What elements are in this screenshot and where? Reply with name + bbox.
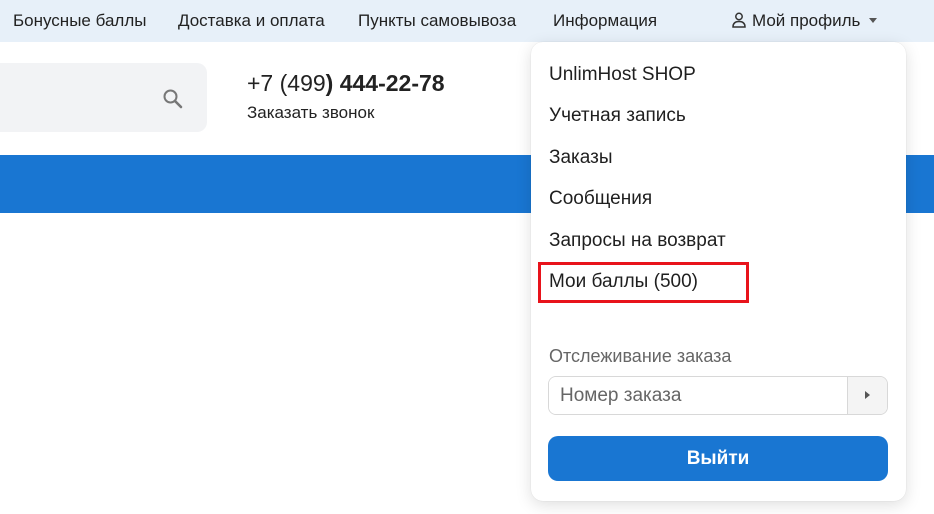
chevron-down-icon [869, 18, 878, 23]
menu-item-messages[interactable]: Сообщения [549, 188, 652, 210]
phone-prefix: +7 (499 [247, 70, 326, 96]
menu-item-shop[interactable]: UnlimHost SHOP [549, 64, 696, 86]
menu-item-my-points[interactable]: Мои баллы (500) [549, 271, 698, 293]
phone-number[interactable]: +7 (499) 444-22-78 [247, 70, 445, 97]
menu-item-return-requests[interactable]: Запросы на возврат [549, 230, 726, 252]
profile-menu-label: Мой профиль [752, 11, 861, 30]
order-tracking-label: Отслеживание заказа [549, 346, 732, 366]
top-nav: Бонусные баллы Доставка и оплата Пункты … [0, 0, 934, 42]
menu-item-account[interactable]: Учетная запись [549, 105, 686, 127]
phone-main: ) 444-22-78 [325, 70, 445, 96]
order-track-button[interactable] [847, 377, 887, 414]
search-input[interactable] [10, 63, 160, 132]
logout-button[interactable]: Выйти [548, 436, 888, 481]
nav-link-bonus-points[interactable]: Бонусные баллы [13, 11, 146, 31]
nav-link-information[interactable]: Информация [553, 11, 657, 31]
profile-menu-toggle[interactable]: Мой профиль [732, 11, 878, 33]
nav-link-delivery-payment[interactable]: Доставка и оплата [178, 11, 325, 31]
nav-link-pickup-points[interactable]: Пункты самовывоза [358, 11, 516, 31]
caret-right-icon [865, 391, 870, 399]
request-callback-link[interactable]: Заказать звонок [247, 103, 374, 123]
order-number-input[interactable] [549, 377, 847, 414]
menu-item-orders[interactable]: Заказы [549, 147, 613, 169]
profile-dropdown: UnlimHost SHOP Учетная запись Заказы Соо… [531, 42, 906, 501]
search-icon[interactable] [162, 88, 184, 115]
order-tracking-form [548, 376, 888, 415]
user-icon [732, 12, 746, 33]
